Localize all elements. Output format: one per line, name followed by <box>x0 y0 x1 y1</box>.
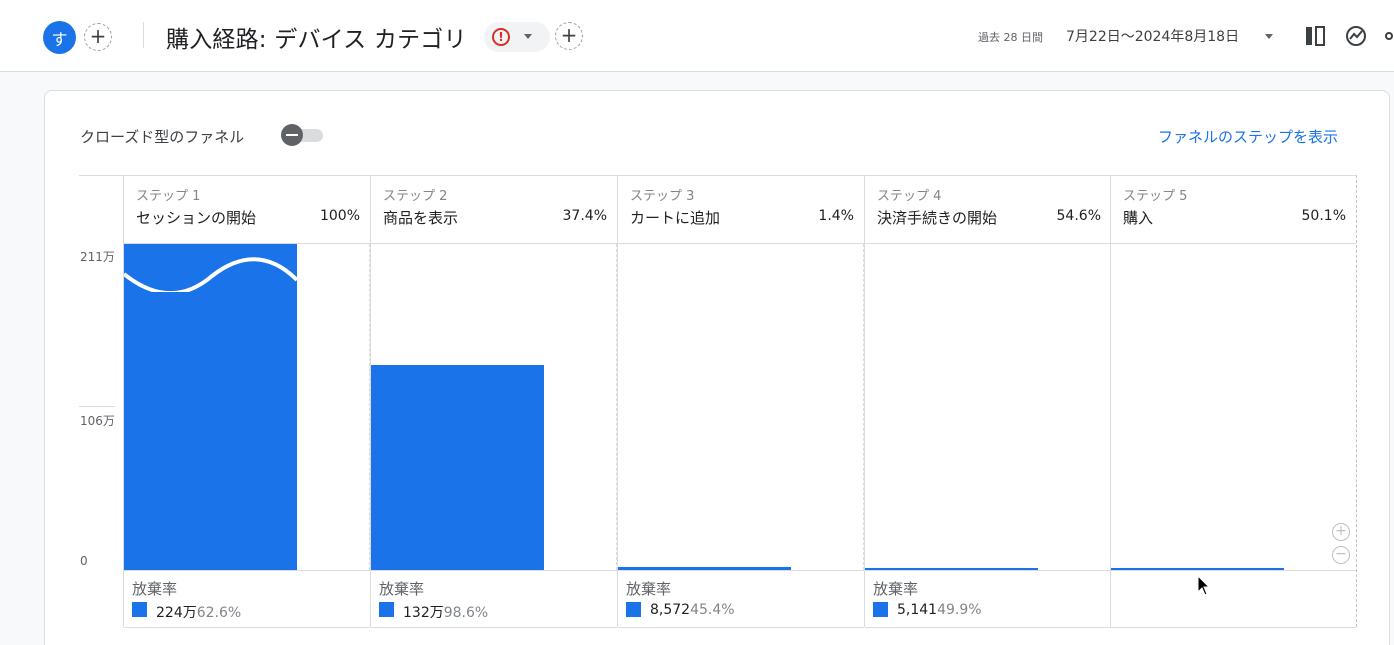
compare-columns-icon[interactable] <box>1304 24 1328 48</box>
step-footer: 放棄率 5,14149.9% <box>865 570 1111 628</box>
dropoff-count: 5,141 <box>897 602 938 618</box>
step-number: ステップ 4 <box>877 189 942 204</box>
series-swatch <box>626 602 641 617</box>
step-name: 商品を表示 <box>383 209 459 227</box>
step-chart-area <box>124 244 370 570</box>
funnel-bar[interactable] <box>371 365 544 570</box>
series-swatch <box>873 602 888 617</box>
series-swatch <box>132 602 147 617</box>
dropoff-value: 132万98.6% <box>403 602 488 622</box>
step-name: 決済手続きの開始 <box>877 209 998 227</box>
step-footer: 放棄率 8,57245.4% <box>618 570 864 628</box>
step-header: ステップ 5 購入 50.1% <box>1111 176 1356 244</box>
closed-funnel-label: クローズド型のファネル <box>80 128 245 146</box>
step-header: ステップ 1 セッションの開始 100% <box>124 176 370 244</box>
step-percent: 1.4% <box>818 208 854 224</box>
axis-break-wave-icon <box>124 257 297 292</box>
step-footer: 放棄率 224万62.6% <box>124 570 370 628</box>
funnel-step-4[interactable]: ステップ 4 決済手続きの開始 54.6% 放棄率 5,14149.9% <box>864 175 1111 628</box>
step-percent: 37.4% <box>562 208 607 224</box>
toggle-knob-icon <box>281 124 303 146</box>
divider <box>143 22 144 48</box>
insights-icon[interactable] <box>1344 24 1368 48</box>
y-tick-label: 0 <box>80 554 88 568</box>
show-funnel-steps-link[interactable]: ファネルのステップを表示 <box>1158 126 1338 147</box>
date-dropdown-icon[interactable] <box>1265 34 1273 39</box>
dropoff-label: 放棄率 <box>626 580 672 598</box>
dropoff-rate: 45.4% <box>690 602 735 618</box>
dropoff-count: 224万 <box>156 605 197 621</box>
funnel-step-1[interactable]: ステップ 1 セッションの開始 100% 放棄率 224万62.6% <box>123 175 370 628</box>
step-percent: 100% <box>319 208 360 224</box>
dropoff-count: 8,572 <box>650 602 691 618</box>
warning-icon: ! <box>492 28 510 46</box>
step-percent: 54.6% <box>1056 208 1101 224</box>
dropoff-label: 放棄率 <box>379 580 425 598</box>
dropoff-value: 224万62.6% <box>156 602 241 622</box>
step-chart-area <box>371 244 617 570</box>
step-header: ステップ 3 カートに追加 1.4% <box>618 176 864 244</box>
step-number: ステップ 1 <box>136 189 201 204</box>
zoom-out-icon[interactable]: − <box>1332 546 1350 564</box>
dropoff-value: 8,57245.4% <box>650 602 735 618</box>
dropoff-label: 放棄率 <box>132 580 178 598</box>
date-range-selector[interactable]: 7月22日～2024年8月18日 <box>1066 26 1239 46</box>
dropoff-label: 放棄率 <box>873 580 919 598</box>
step-name: 購入 <box>1123 209 1154 227</box>
step-number: ステップ 5 <box>1123 189 1188 204</box>
y-tick-label: 211万 <box>80 250 115 264</box>
step-name: カートに追加 <box>630 209 721 227</box>
closed-funnel-toggle[interactable] <box>281 124 323 146</box>
step-chart-area <box>865 244 1111 570</box>
dropoff-rate: 49.9% <box>937 602 982 618</box>
step-footer: 放棄率 132万98.6% <box>371 570 617 628</box>
date-prefix: 過去 28 日間 <box>978 31 1043 44</box>
step-name: セッションの開始 <box>136 209 257 227</box>
y-tick-label: 106万 <box>80 414 115 428</box>
dropoff-count: 132万 <box>403 605 444 621</box>
chevron-down-icon <box>524 34 532 39</box>
step-percent: 50.1% <box>1301 208 1346 224</box>
funnel-step-2[interactable]: ステップ 2 商品を表示 37.4% 放棄率 132万98.6% <box>370 175 617 628</box>
zoom-in-icon[interactable]: + <box>1332 523 1350 541</box>
add-report-button[interactable]: + <box>555 22 583 50</box>
step-header: ステップ 4 決済手続きの開始 54.6% <box>865 176 1111 244</box>
step-number: ステップ 3 <box>630 189 695 204</box>
funnel-bar[interactable] <box>124 244 297 570</box>
series-swatch <box>379 602 394 617</box>
dropoff-rate: 98.6% <box>443 605 489 621</box>
top-bar: す + 購入経路: デバイス カテゴリ ! + 過去 28 日間 7月22日～2… <box>0 0 1394 72</box>
share-icon[interactable] <box>1384 24 1394 48</box>
step-number: ステップ 2 <box>383 189 448 204</box>
dropoff-value: 5,14149.9% <box>897 602 982 618</box>
step-chart-area <box>618 244 864 570</box>
step-chart-area <box>1111 244 1356 570</box>
step-header: ステップ 2 商品を表示 37.4% <box>371 176 617 244</box>
y-gridline <box>79 406 115 407</box>
axis-top-line <box>79 175 123 176</box>
step-footer <box>1111 570 1356 628</box>
warning-chip[interactable]: ! <box>484 22 550 52</box>
add-comparison-button[interactable]: + <box>84 23 112 51</box>
funnel-step-5[interactable]: ステップ 5 購入 50.1% <box>1110 175 1357 628</box>
report-title: 購入経路: デバイス カテゴリ <box>166 27 467 53</box>
dropoff-rate: 62.6% <box>196 605 242 621</box>
funnel-step-3[interactable]: ステップ 3 カートに追加 1.4% 放棄率 8,57245.4% <box>617 175 864 628</box>
mouse-cursor-icon <box>1197 575 1211 596</box>
comparison-avatar[interactable]: す <box>43 21 76 54</box>
